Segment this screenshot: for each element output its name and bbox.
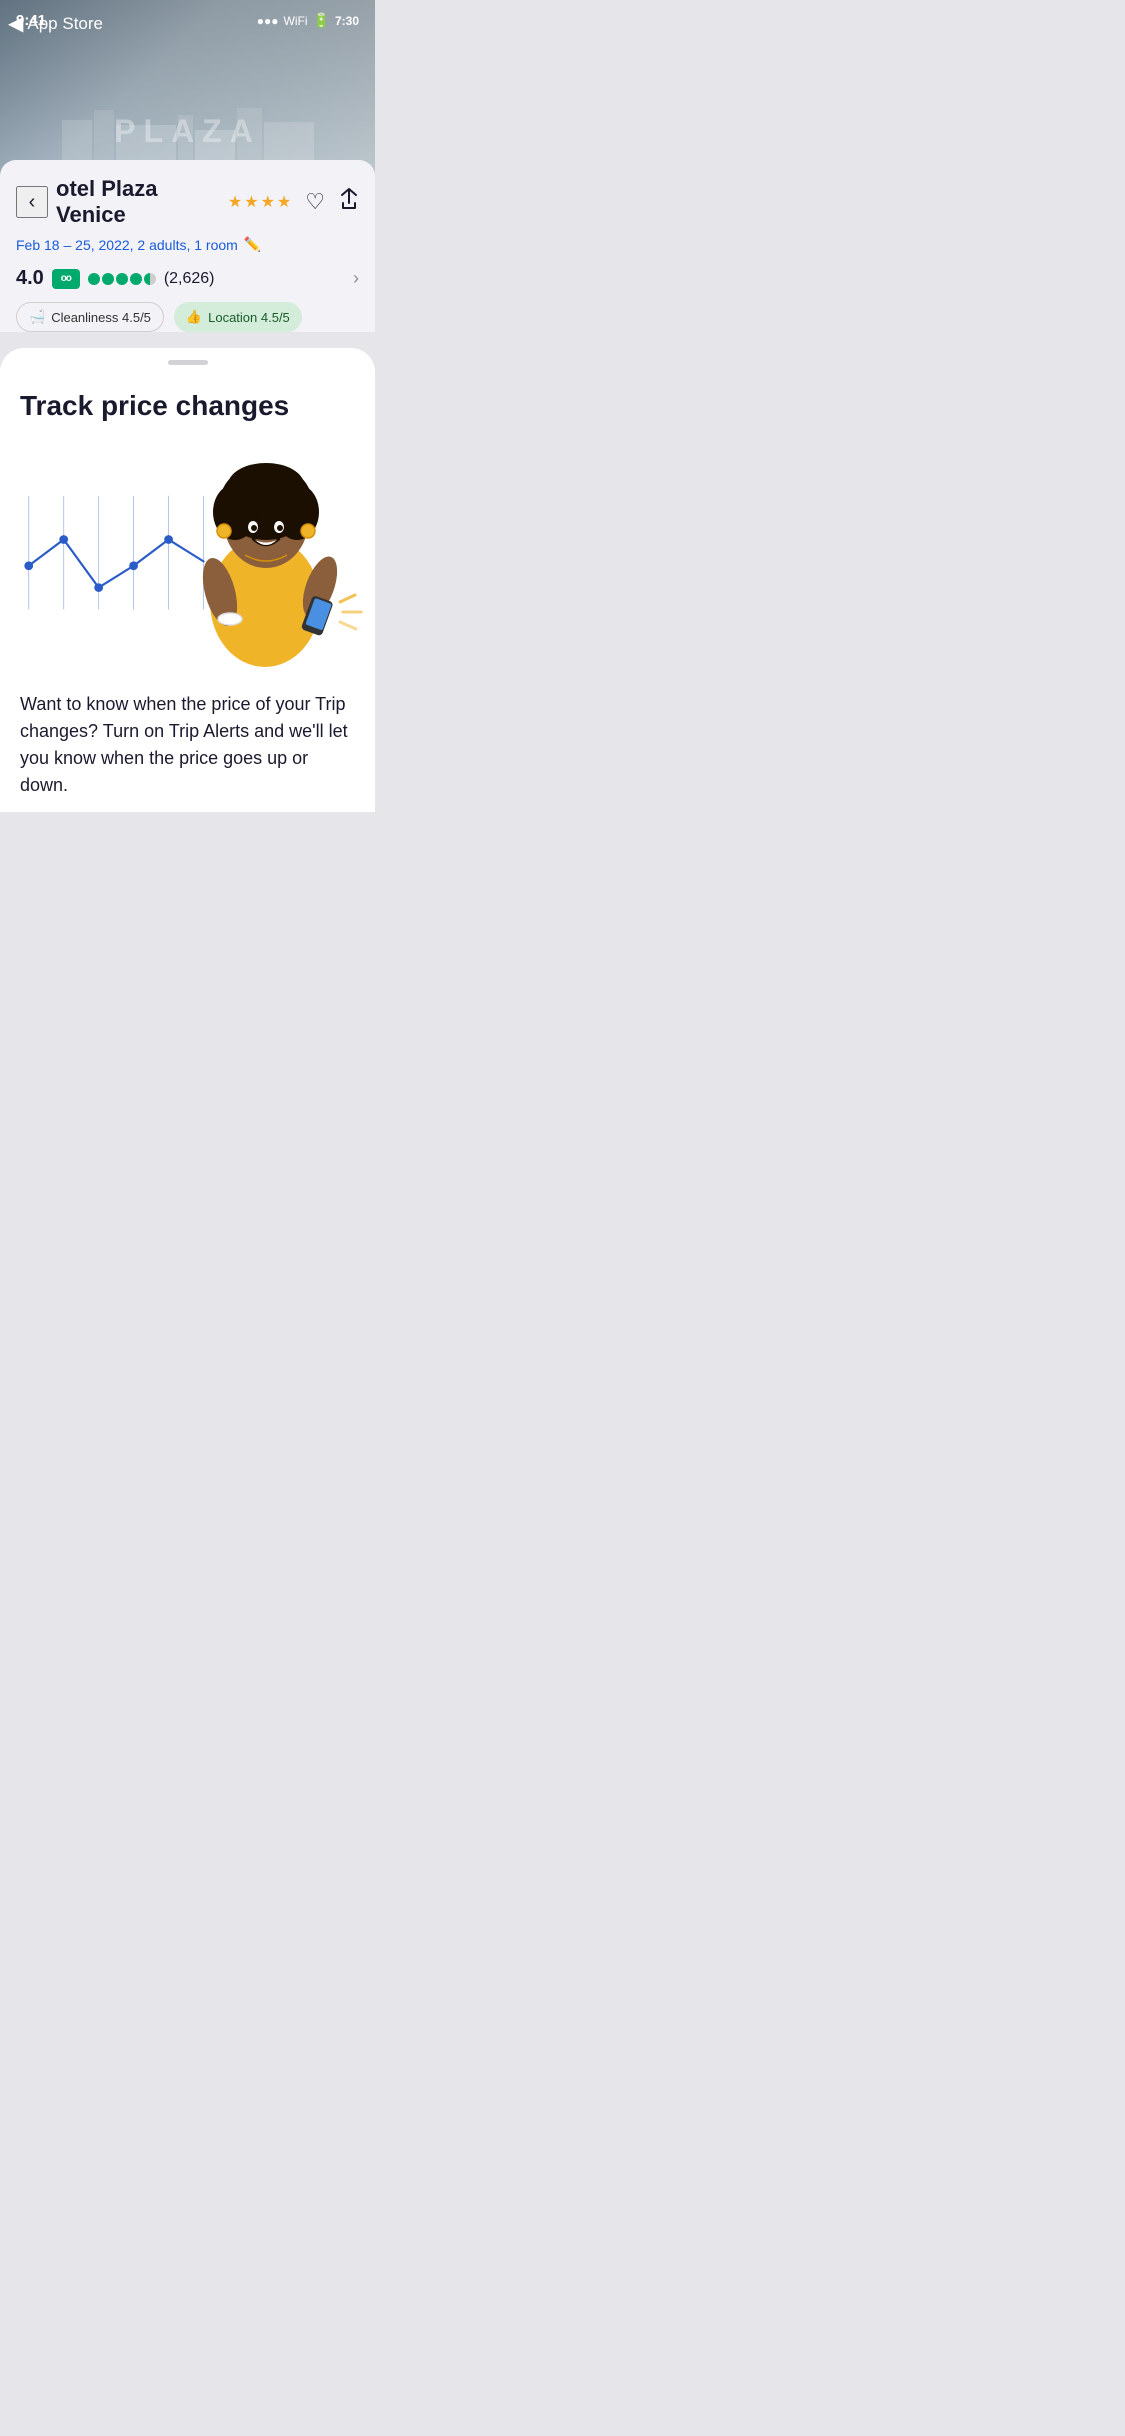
- review-count: (2,626): [164, 270, 215, 288]
- share-icon[interactable]: [339, 188, 359, 216]
- ta-circle-4: [130, 273, 142, 285]
- star-rating: ★ ★ ★ ★: [228, 192, 291, 212]
- character-illustration: [165, 447, 365, 667]
- review-row: 4.0 oo (2,626) ›: [16, 267, 359, 290]
- ta-circle-5: [144, 273, 156, 285]
- bottom-sheet: Track price changes: [0, 348, 375, 812]
- back-chevron-icon: ◀: [8, 14, 23, 34]
- hotel-card: ‹ otel Plaza Venice ★ ★ ★ ★ ♡ Feb 18 – 2…: [0, 160, 375, 332]
- ta-circle-2: [102, 273, 114, 285]
- heart-icon[interactable]: ♡: [305, 189, 325, 215]
- tripadvisor-logo: oo: [52, 269, 80, 289]
- hotel-name: otel Plaza Venice: [56, 176, 220, 228]
- star-1-icon: ★: [228, 192, 242, 212]
- star-2-icon: ★: [244, 192, 258, 212]
- review-score: 4.0: [16, 267, 44, 290]
- app-store-label: App Store: [27, 14, 103, 34]
- sheet-title: Track price changes: [20, 389, 355, 423]
- illustration-container: [20, 447, 355, 667]
- location-badge: 👍 Location 4.5/5: [174, 302, 302, 332]
- status-icons: ●●● WiFi 🔋 7:30: [257, 12, 359, 29]
- trip-dates: Feb 18 – 25, 2022, 2 adults, 1 room ✏️: [16, 236, 359, 253]
- hotel-background-image: 9:41 ●●● WiFi 🔋 7:30 ◀ App Store: [0, 0, 375, 180]
- hotel-back-button[interactable]: ‹: [16, 186, 48, 218]
- location-icon: 👍: [186, 309, 202, 325]
- review-chevron-icon[interactable]: ›: [353, 268, 359, 289]
- pencil-icon[interactable]: ✏️: [244, 236, 261, 253]
- tripadvisor-rating: [88, 273, 156, 285]
- cleanliness-badge: 🛁 Cleanliness 4.5/5: [16, 302, 164, 332]
- sheet-handle: [168, 360, 208, 365]
- description-text: Want to know when the price of your Trip…: [20, 691, 355, 799]
- ta-circle-3: [116, 273, 128, 285]
- app-store-back-button[interactable]: ◀ App Store: [8, 14, 103, 34]
- star-3-icon: ★: [261, 192, 275, 212]
- ta-circle-1: [88, 273, 100, 285]
- star-4-icon: ★: [277, 192, 291, 212]
- badges-row: 🛁 Cleanliness 4.5/5 👍 Location 4.5/5: [16, 302, 359, 332]
- cleanliness-icon: 🛁: [29, 309, 45, 325]
